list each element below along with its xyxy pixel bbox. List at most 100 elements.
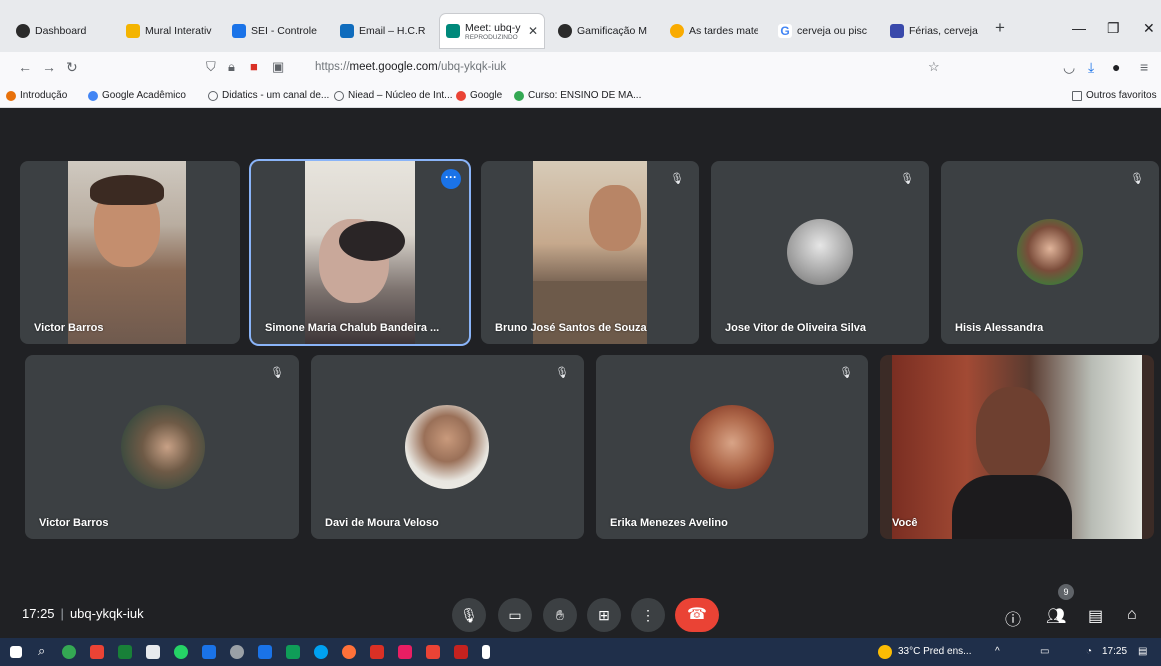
present-icon: ⊞: [598, 607, 610, 623]
microphone-button[interactable]: 🎙︎: [452, 598, 486, 632]
browser-toolbar: ← → ↻ ⛉ 🔒︎ ■ ▣ https://meet.google.com/u…: [0, 52, 1161, 84]
windows-taskbar: ⌕ 33°C Pred ens... ^ ▭ ◔ 17:25 ▤: [0, 638, 1161, 666]
tab-playing-label: REPRODUZINDO: [465, 33, 518, 41]
bookmark-curso[interactable]: Curso: ENSINO DE MA...: [514, 90, 641, 101]
wifi-icon[interactable]: ◔: [1086, 646, 1092, 657]
download-icon[interactable]: ⤓: [1088, 59, 1094, 76]
notification-icon[interactable]: ▤: [1138, 646, 1147, 657]
weather-icon[interactable]: [878, 645, 892, 659]
participant-tile[interactable]: 🎙︎ Davi de Moura Veloso: [311, 355, 584, 539]
bookmark-niead[interactable]: Niead – Núcleo de Int...: [334, 90, 453, 101]
tab-cerveja[interactable]: G cerveja ou pisc: [772, 18, 878, 44]
minimize-window-icon[interactable]: —: [1072, 20, 1086, 36]
search-icon[interactable]: ⌕: [38, 643, 45, 659]
tardes-favicon-icon: [670, 24, 684, 38]
whatsapp-icon[interactable]: [174, 645, 188, 659]
mic-off-icon: 🎙︎: [555, 367, 569, 379]
bookmark-google-academico[interactable]: Google Acadêmico: [88, 90, 186, 101]
close-window-icon[interactable]: ✕: [1143, 20, 1155, 37]
store-icon[interactable]: [146, 645, 160, 659]
lock-icon[interactable]: 🔒︎: [228, 59, 235, 75]
app-icon[interactable]: [454, 645, 468, 659]
file-icon[interactable]: [482, 645, 490, 659]
participant-tile[interactable]: 🎙︎ Jose Vitor de Oliveira Silva: [711, 161, 929, 344]
bookmark-google[interactable]: Google: [456, 90, 502, 101]
restore-window-icon[interactable]: ❐: [1107, 20, 1120, 37]
bookmark-didatics[interactable]: Didatics - um canal de...: [208, 90, 329, 101]
url-path: /ubq-ykqk-iuk: [437, 61, 507, 73]
tab-email[interactable]: Email – H.C.R.C: [334, 18, 432, 44]
tab-ferias[interactable]: Férias, cerveja: [884, 18, 988, 44]
app-icon[interactable]: [286, 645, 300, 659]
chat-icon[interactable]: ▤: [1088, 606, 1103, 626]
settings-icon[interactable]: [230, 645, 244, 659]
participant-tile[interactable]: 🎙︎ Hisis Alessandra: [941, 161, 1159, 344]
participant-tile[interactable]: 🎙︎ Erika Menezes Avelino: [596, 355, 868, 539]
bookmark-introducao[interactable]: Introdução: [6, 90, 67, 101]
tab-tardes[interactable]: As tardes mate: [664, 18, 764, 44]
tab-sei[interactable]: SEI - Controle d: [226, 18, 326, 44]
taskbar-clock[interactable]: 17:25: [1102, 646, 1127, 657]
present-screen-button[interactable]: ⊞: [587, 598, 621, 632]
camera-button[interactable]: ▭: [498, 598, 532, 632]
excel-icon[interactable]: [118, 645, 132, 659]
pdf-icon[interactable]: [426, 645, 440, 659]
reload-icon[interactable]: ↻: [66, 59, 78, 76]
app-icon[interactable]: [62, 645, 76, 659]
globe-icon: [208, 90, 218, 101]
new-tab-plus-icon[interactable]: +: [995, 18, 1005, 38]
self-view-tile[interactable]: Você: [880, 355, 1154, 539]
pocket-icon[interactable]: ◡: [1063, 59, 1075, 76]
firefox-icon[interactable]: [342, 645, 356, 659]
participant-tile[interactable]: 🎙︎ Bruno José Santos de Souza: [481, 161, 699, 344]
close-tab-icon[interactable]: ✕: [528, 24, 538, 38]
back-arrow-icon[interactable]: ←: [18, 59, 32, 75]
forward-arrow-icon[interactable]: →: [42, 59, 56, 75]
bookmark-outros-favoritos[interactable]: Outros favoritos: [1072, 90, 1157, 101]
tab-meet[interactable]: Meet: ubq-yk REPRODUZINDO ✕: [440, 14, 544, 48]
chevron-up-icon[interactable]: ^: [995, 646, 1000, 657]
tab-label: Férias, cerveja: [909, 25, 978, 37]
app-icon[interactable]: [398, 645, 412, 659]
mural-favicon-icon: [126, 24, 140, 38]
bookmark-star-icon[interactable]: ☆: [928, 59, 940, 75]
weather-text[interactable]: 33°C Pred ens...: [898, 646, 971, 657]
curso-favicon-icon: [514, 90, 524, 101]
raise-hand-button[interactable]: ✋︎: [543, 598, 577, 632]
app-icon[interactable]: [258, 645, 272, 659]
app-icon[interactable]: [202, 645, 216, 659]
participant-name: Hisis Alessandra: [955, 322, 1044, 334]
profile-icon[interactable]: ●: [1112, 59, 1120, 75]
meet-stage: Victor Barros ··· Simone Maria Chalub Ba…: [0, 108, 1161, 638]
end-call-button[interactable]: ☎︎: [675, 598, 719, 632]
screen-share-icon[interactable]: ▣: [272, 59, 284, 75]
app-icon[interactable]: [370, 645, 384, 659]
network-icon[interactable]: ▭: [1040, 646, 1049, 657]
participant-tile[interactable]: ··· Simone Maria Chalub Bandeira ...: [251, 161, 469, 344]
edge-icon[interactable]: [314, 645, 328, 659]
participant-count-badge: 9: [1058, 584, 1074, 600]
hand-icon: ✋︎: [556, 607, 564, 623]
tab-gamificacao[interactable]: Gamificação M: [552, 18, 658, 44]
email-favicon-icon: [340, 24, 354, 38]
participant-name: Victor Barros: [34, 322, 104, 334]
bookmark-label: Google: [470, 90, 503, 101]
sei-favicon-icon: [232, 24, 246, 38]
participant-tile[interactable]: Victor Barros: [20, 161, 240, 344]
tab-mural[interactable]: Mural Interativo: [120, 18, 218, 44]
activities-icon[interactable]: ⌂: [1127, 606, 1137, 624]
people-icon[interactable]: 👥︎: [1046, 606, 1066, 626]
camera-permission-icon[interactable]: ■: [250, 59, 258, 74]
url-text[interactable]: https://meet.google.com/ubq-ykqk-iuk: [315, 61, 506, 73]
tab-label: SEI - Controle d: [251, 25, 320, 37]
tab-dashboard[interactable]: Dashboard: [10, 18, 118, 44]
app-icon[interactable]: [90, 645, 104, 659]
menu-icon[interactable]: ≡: [1140, 59, 1148, 75]
more-options-button[interactable]: ⋮: [631, 598, 665, 632]
participant-tile[interactable]: 🎙︎ Victor Barros: [25, 355, 299, 539]
more-options-icon[interactable]: ···: [441, 169, 461, 189]
meet-favicon-icon: [446, 24, 460, 38]
shield-icon[interactable]: ⛉: [206, 59, 216, 75]
meeting-info-icon[interactable]: ⓘ: [1005, 606, 1021, 630]
windows-start-icon[interactable]: [10, 646, 22, 658]
